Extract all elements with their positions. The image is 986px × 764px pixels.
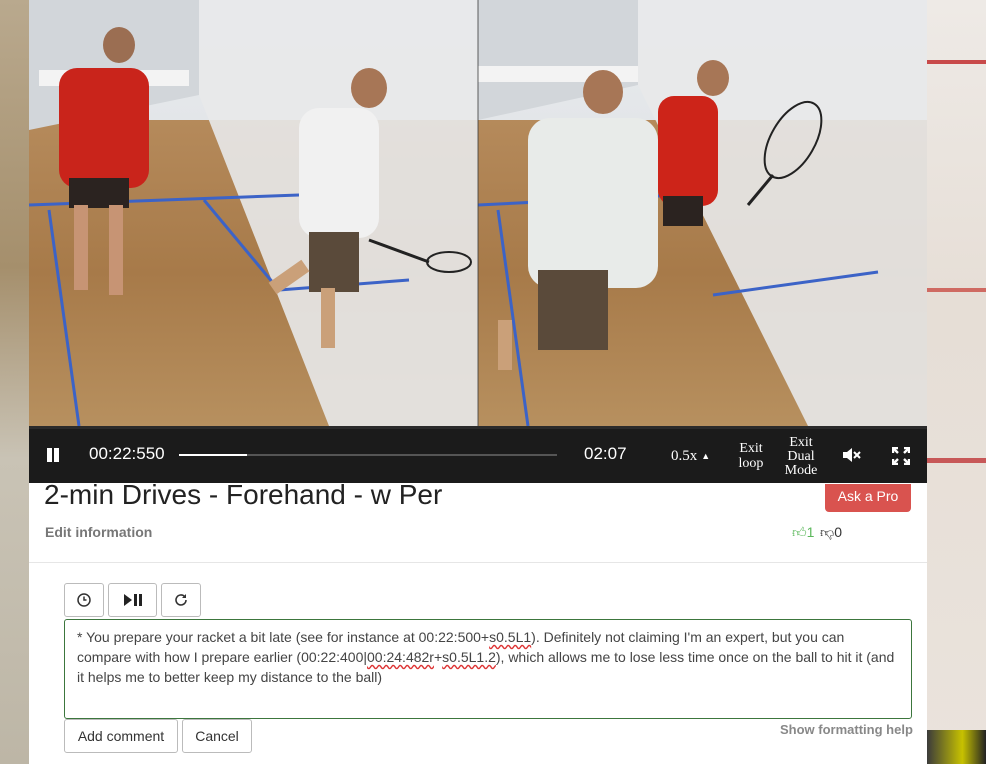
speed-label: 0.5x — [671, 448, 698, 464]
pause-icon[interactable] — [47, 448, 60, 462]
video-panel-right[interactable] — [478, 0, 927, 426]
total-time: 02:07 — [584, 444, 627, 463]
comment-text-2: s0.5L1 — [489, 629, 532, 645]
vote-down[interactable]: 👎︎0 — [820, 524, 842, 541]
dual-mode-divider — [477, 0, 479, 426]
add-comment-button[interactable]: Add comment — [64, 719, 178, 753]
seek-bar-progress — [179, 454, 248, 456]
court-scene-left — [29, 0, 478, 426]
speed-button[interactable]: 0.5x ▲ — [671, 448, 710, 465]
divider — [29, 562, 927, 563]
comment-text-1: * You prepare your racket a bit late (se… — [77, 629, 490, 645]
seek-bar[interactable] — [179, 454, 557, 456]
exit-loop-button[interactable]: Exit loop — [734, 441, 768, 471]
cancel-button[interactable]: Cancel — [182, 719, 252, 753]
refresh-button[interactable] — [161, 583, 201, 617]
video-title: 2-min Drives - Forehand - w Per — [44, 479, 443, 510]
exit-loop-label-2: loop — [738, 456, 764, 471]
comment-text-5: + — [433, 649, 443, 665]
current-time: 00:22:550 — [89, 444, 165, 463]
insert-time-button[interactable] — [64, 583, 104, 617]
thumbs-down-icon: 👎︎ — [820, 524, 835, 540]
background-left — [0, 0, 29, 764]
exit-dual-label-1: Exit — [789, 435, 813, 450]
exit-loop-label-1: Exit — [739, 441, 763, 456]
exit-dual-mode-button[interactable]: Exit Dual Mode — [781, 436, 821, 478]
comment-textarea[interactable]: * You prepare your racket a bit late (se… — [64, 619, 912, 719]
clock-icon — [77, 593, 91, 607]
ask-a-pro-button[interactable]: Ask a Pro — [825, 484, 911, 512]
show-formatting-help-link[interactable]: Show formatting help — [780, 722, 913, 737]
comment-text-6: s0.5L1.2 — [442, 649, 496, 665]
votes-down-count: 0 — [834, 524, 843, 540]
player-controls: 00:22:550 02:07 0.5x ▲ Exit loop Exit Dual M… — [29, 426, 927, 483]
exit-dual-label-2: Dual — [787, 449, 815, 464]
edit-information-link[interactable]: Edit information — [45, 524, 152, 540]
refresh-icon — [175, 594, 187, 606]
play-pause-icon — [123, 594, 142, 606]
mute-icon[interactable] — [843, 447, 861, 463]
background-right — [927, 0, 986, 764]
fullscreen-icon[interactable] — [891, 446, 911, 466]
exit-dual-label-3: Mode — [784, 463, 818, 478]
thumbs-up-icon: 👍︎ — [792, 524, 807, 540]
content-panel: 2-min Drives - Forehand - w Per Ask a Pr… — [29, 479, 927, 764]
comment-text-4: 00:24:482r — [367, 649, 434, 665]
video-panel-left[interactable] — [29, 0, 478, 426]
vote-up[interactable]: 👍︎1 — [792, 524, 814, 541]
caret-up-icon: ▲ — [701, 451, 711, 461]
play-pause-toggle-button[interactable] — [108, 583, 157, 617]
votes-up-count: 1 — [806, 524, 815, 540]
video-player[interactable] — [29, 0, 927, 426]
court-scene-right — [478, 0, 927, 426]
